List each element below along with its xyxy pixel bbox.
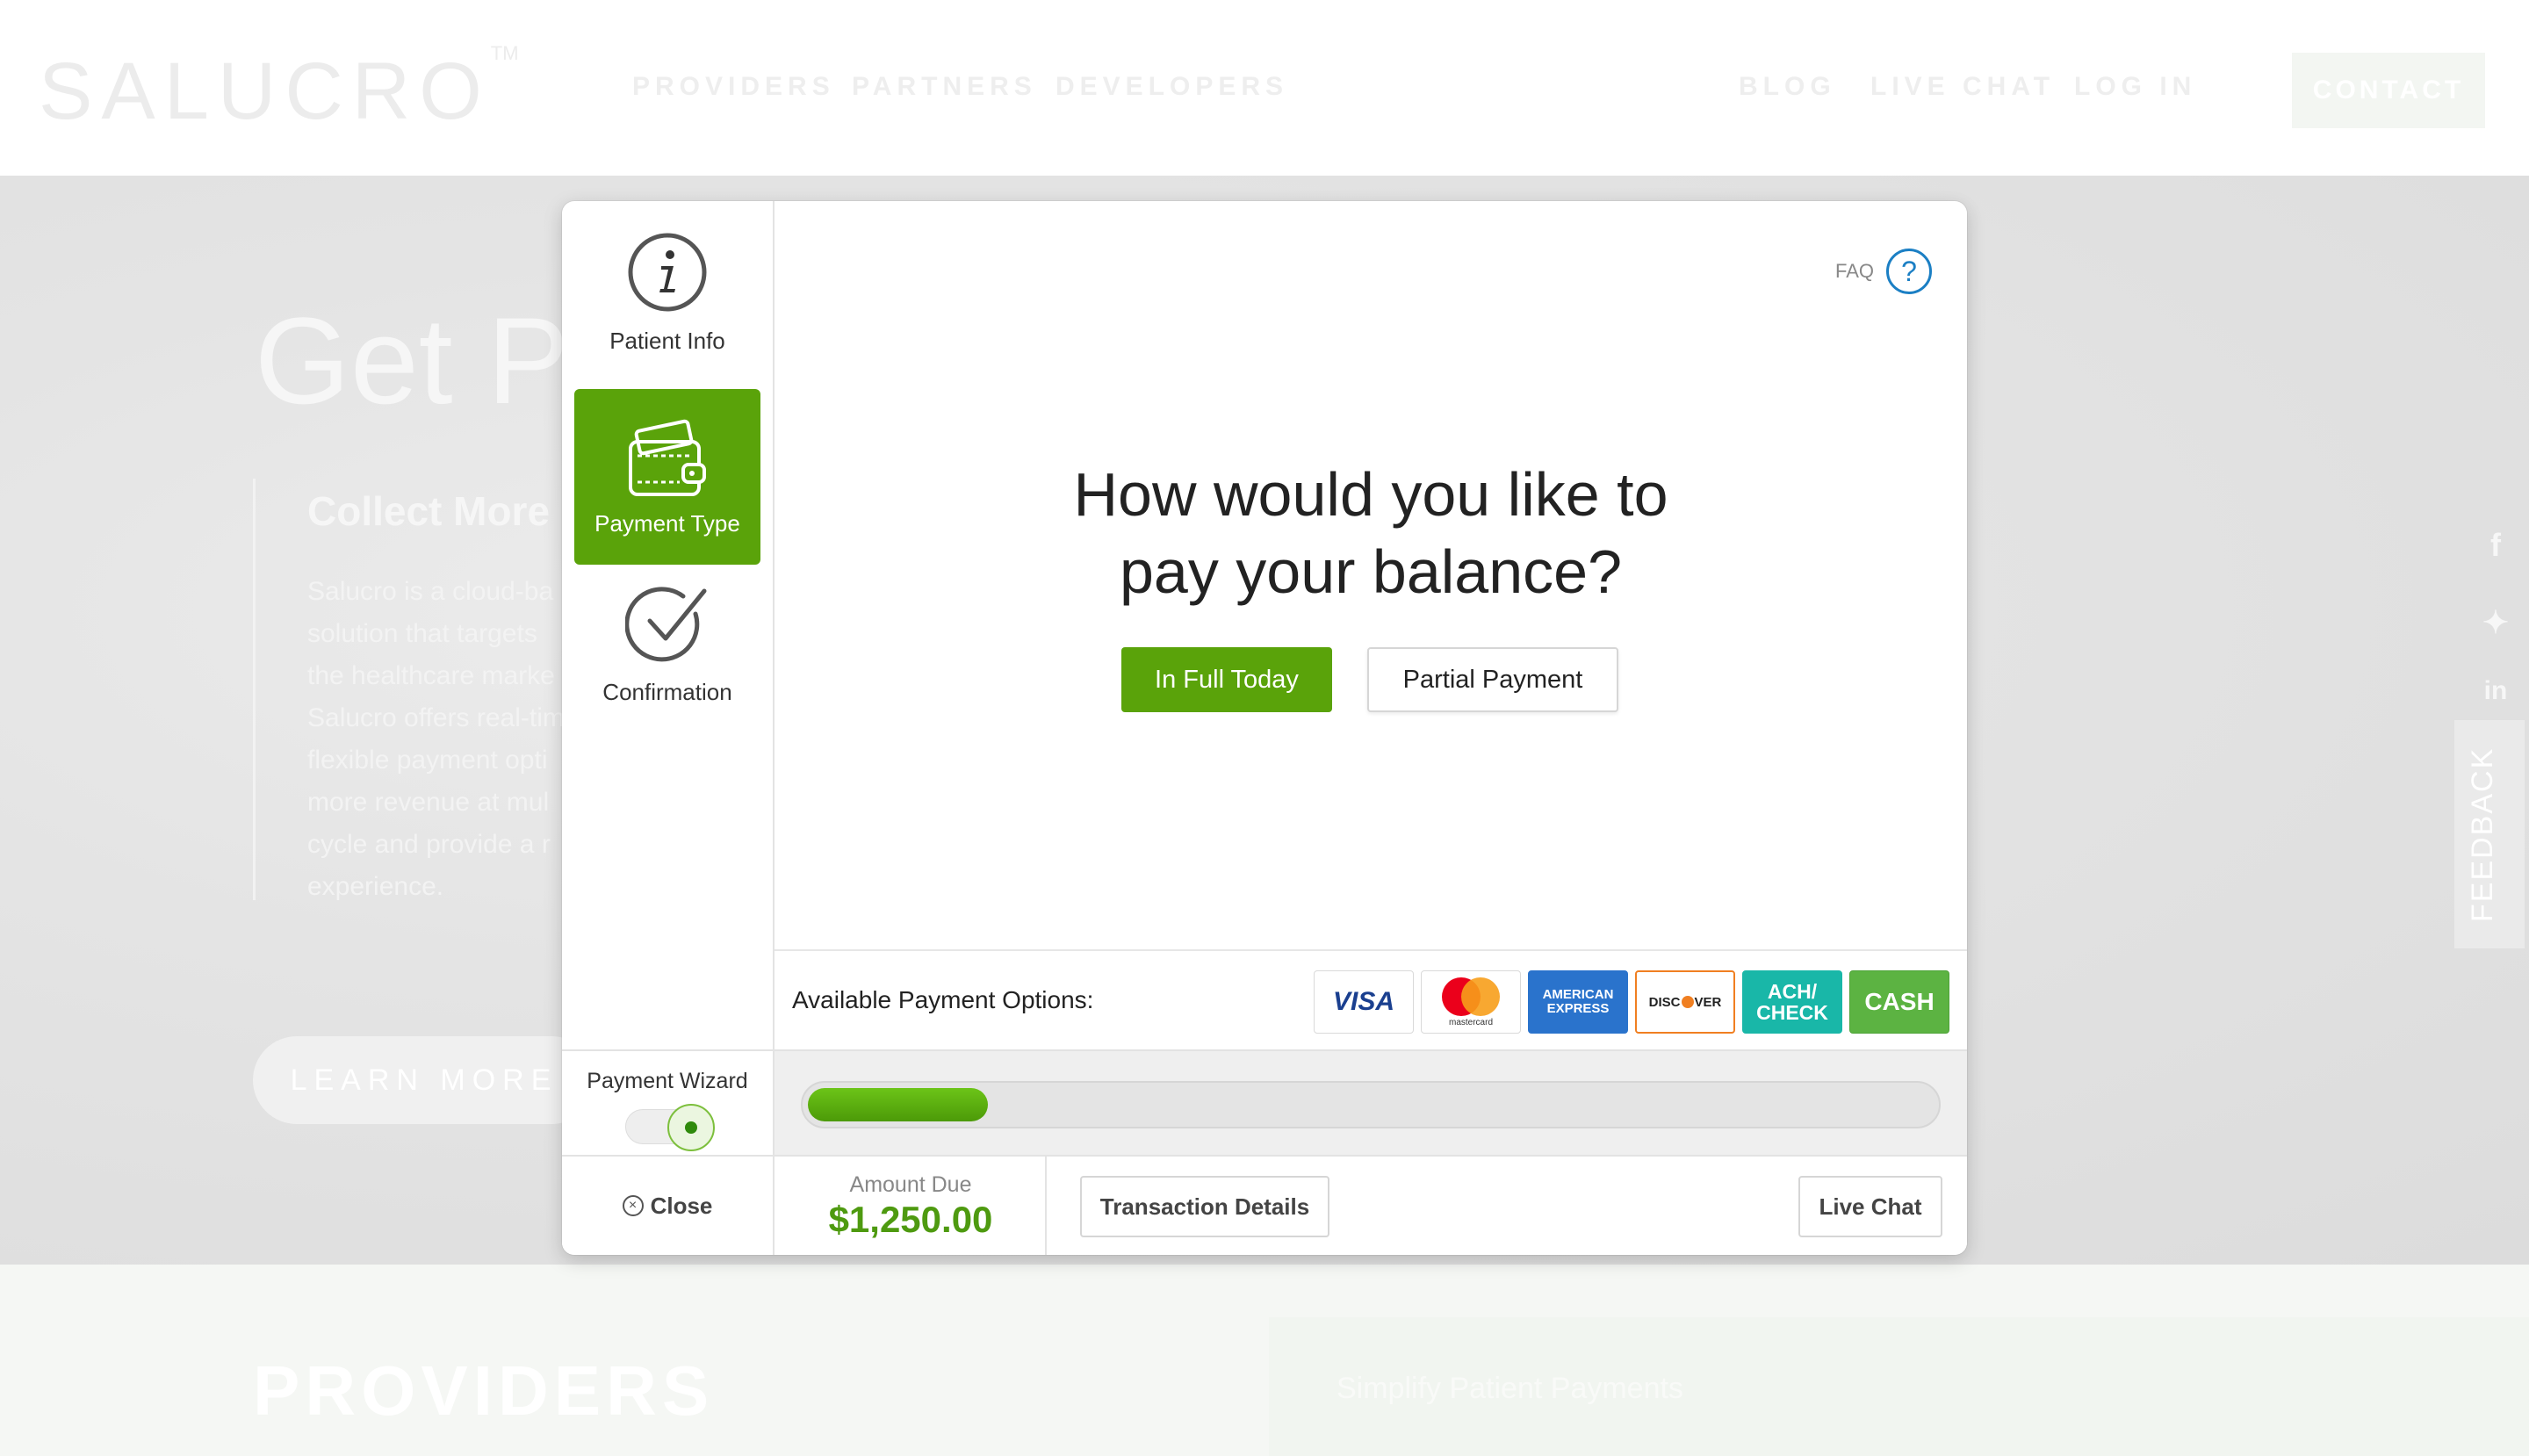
toggle-knob[interactable] xyxy=(667,1104,715,1151)
contact-button[interactable]: CONTACT xyxy=(2292,53,2485,128)
step-label: Confirmation xyxy=(602,679,732,705)
partial-payment-button[interactable]: Partial Payment xyxy=(1367,647,1618,712)
amex-logo: AMERICAN EXPRESS xyxy=(1528,970,1628,1034)
linkedin-icon[interactable]: in xyxy=(2476,676,2515,706)
nav-log-in[interactable]: LOG IN xyxy=(2074,72,2196,102)
site-logo[interactable]: SALUCROTM xyxy=(39,42,519,138)
checkmark-icon xyxy=(625,587,707,662)
amount-due: Amount Due $1,250.00 xyxy=(775,1157,1047,1255)
nav-developers[interactable]: DEVELOPERS xyxy=(1056,72,1288,102)
providers-heading: PROVIDERS xyxy=(253,1351,715,1430)
progress-bar xyxy=(801,1081,1941,1128)
faq-link[interactable]: FAQ ? xyxy=(1835,249,1932,294)
payment-modal: Patient Info Payment Type Confirmation F… xyxy=(562,201,1967,1255)
step-patient-info[interactable]: Patient Info xyxy=(574,219,760,394)
facebook-icon[interactable]: f xyxy=(2476,527,2515,564)
ach-check-logo: ACH/CHECK xyxy=(1742,970,1842,1034)
wizard-steps: Patient Info Payment Type Confirmation xyxy=(562,201,775,1049)
visa-logo: VISA xyxy=(1314,970,1414,1034)
modal-footer: × Close Amount Due $1,250.00 Transaction… xyxy=(562,1155,1967,1255)
nav-live-chat[interactable]: LIVE CHAT xyxy=(1870,72,2055,102)
nav-blog[interactable]: BLOG xyxy=(1739,72,1836,102)
in-full-today-button[interactable]: In Full Today xyxy=(1121,647,1332,712)
faq-label: FAQ xyxy=(1834,260,1874,282)
payment-options-bar: Available Payment Options: VISA masterca… xyxy=(775,949,1967,1049)
help-icon[interactable]: ? xyxy=(1886,249,1932,294)
amount-due-value: $1,250.00 xyxy=(828,1199,993,1240)
mastercard-logo: mastercard xyxy=(1421,970,1521,1034)
payment-type-panel: FAQ ? How would you like to pay your bal… xyxy=(775,201,1967,949)
simplify-text: Simplify Patient Payments xyxy=(1337,1372,1683,1405)
transaction-details-button[interactable]: Transaction Details xyxy=(1080,1176,1329,1237)
wallet-icon xyxy=(629,419,706,496)
close-label: Close xyxy=(650,1192,713,1219)
amount-due-label: Amount Due xyxy=(849,1172,972,1197)
step-label: Patient Info xyxy=(609,328,725,354)
info-icon xyxy=(628,233,707,312)
close-icon: × xyxy=(622,1195,644,1216)
learn-more-button[interactable]: LEARN MORE xyxy=(253,1036,595,1124)
feedback-label: FEEDBACK xyxy=(2466,746,2499,922)
site-header: SALUCROTM PROVIDERS PARTNERS DEVELOPERS … xyxy=(0,0,2529,176)
nav-providers[interactable]: PROVIDERS xyxy=(632,72,835,102)
progress-fill xyxy=(808,1088,988,1121)
payment-card-logos: VISA mastercard AMERICAN EXPRESS DISC VER … xyxy=(1314,970,1949,1034)
discover-logo: DISC VER xyxy=(1635,970,1735,1034)
hero-subtitle: Collect More xyxy=(307,488,551,534)
twitter-icon[interactable]: ✦ xyxy=(2476,604,2515,641)
close-button[interactable]: × Close xyxy=(562,1157,775,1255)
nav-partners[interactable]: PARTNERS xyxy=(852,72,1037,102)
payment-question: How would you like to pay your balance? xyxy=(1073,460,1668,606)
hero-body: Salucro is a cloud-ba solution that targ… xyxy=(307,577,565,901)
step-payment-type[interactable]: Payment Type xyxy=(574,389,760,565)
cash-logo: CASH xyxy=(1849,970,1949,1034)
step-label: Payment Type xyxy=(594,510,740,537)
payment-wizard-toggle-area: Payment Wizard xyxy=(562,1049,775,1155)
hero-divider xyxy=(253,479,256,900)
progress-area xyxy=(775,1049,1967,1155)
step-confirmation[interactable]: Confirmation xyxy=(574,570,760,746)
live-chat-button[interactable]: Live Chat xyxy=(1798,1176,1942,1237)
payment-wizard-label: Payment Wizard xyxy=(587,1069,748,1093)
payment-options-label: Available Payment Options: xyxy=(792,986,1094,1013)
